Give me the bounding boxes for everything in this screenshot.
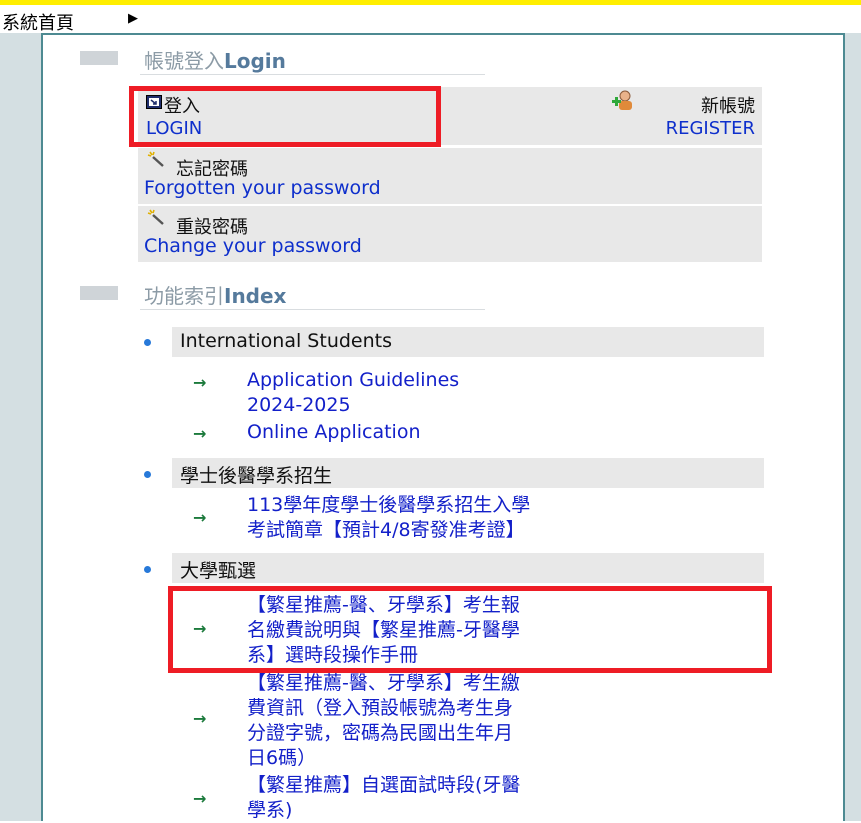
- arrow-right-icon: →: [193, 508, 207, 527]
- breadcrumb: 系統首頁 ▶: [0, 5, 861, 35]
- link-post-bacc-admission-guide[interactable]: 113學年度學士後醫學系招生入學 考試簡章【預計4/8寄發准考證】: [247, 493, 530, 543]
- arrow-right-icon: →: [193, 373, 207, 392]
- arrow-right-icon: →: [193, 709, 207, 728]
- category-bullet-icon: [144, 471, 151, 478]
- login-highlight-box: [129, 86, 441, 147]
- forgot-password-row[interactable]: 忘記密碼 Forgotten your password: [138, 148, 762, 204]
- index-section-title: 功能索引Index: [144, 284, 287, 308]
- play-arrow-icon: ▶: [128, 11, 138, 26]
- link-star-recommend-fee-info[interactable]: 【繁星推薦-醫、牙學系】考生繳 費資訊（登入預設帳號為考生身 分證字號，密碼為民…: [247, 671, 520, 771]
- highlight-box-star-recommend: [168, 586, 772, 673]
- category-international-students: International Students: [172, 327, 764, 357]
- add-user-icon: [612, 90, 632, 110]
- magic-wand-icon: [147, 209, 164, 225]
- reset-password-label-en: Change your password: [144, 235, 362, 257]
- link-star-recommend-interview-slot[interactable]: 【繁星推薦】自選面試時段(牙醫 學系): [247, 773, 520, 823]
- section-bullet-block: [80, 51, 118, 65]
- register-label-en: REGISTER: [665, 118, 755, 139]
- category-bullet-icon: [144, 566, 151, 573]
- login-section-title: 帳號登入Login: [144, 49, 286, 73]
- magic-wand-icon: [147, 151, 164, 167]
- register-button[interactable]: 新帳號 REGISTER: [590, 90, 755, 139]
- category-bullet-icon: [144, 339, 151, 346]
- link-application-guidelines[interactable]: Application Guidelines 2024-2025: [247, 368, 459, 418]
- breadcrumb-home-link[interactable]: 系統首頁: [2, 9, 74, 35]
- section-bullet-block: [80, 286, 118, 300]
- section-underline: [140, 74, 485, 75]
- category-post-bacc-medicine: 學士後醫學系招生: [172, 458, 764, 488]
- arrow-right-icon: →: [193, 789, 207, 808]
- arrow-right-icon: →: [193, 424, 207, 443]
- register-label-zh: 新帳號: [701, 96, 755, 117]
- link-online-application[interactable]: Online Application: [247, 420, 421, 445]
- reset-password-row[interactable]: 重設密碼 Change your password: [138, 206, 762, 262]
- forgot-password-label-en: Forgotten your password: [144, 177, 381, 199]
- section-underline: [140, 309, 485, 310]
- category-university-selection: 大學甄選: [172, 553, 764, 583]
